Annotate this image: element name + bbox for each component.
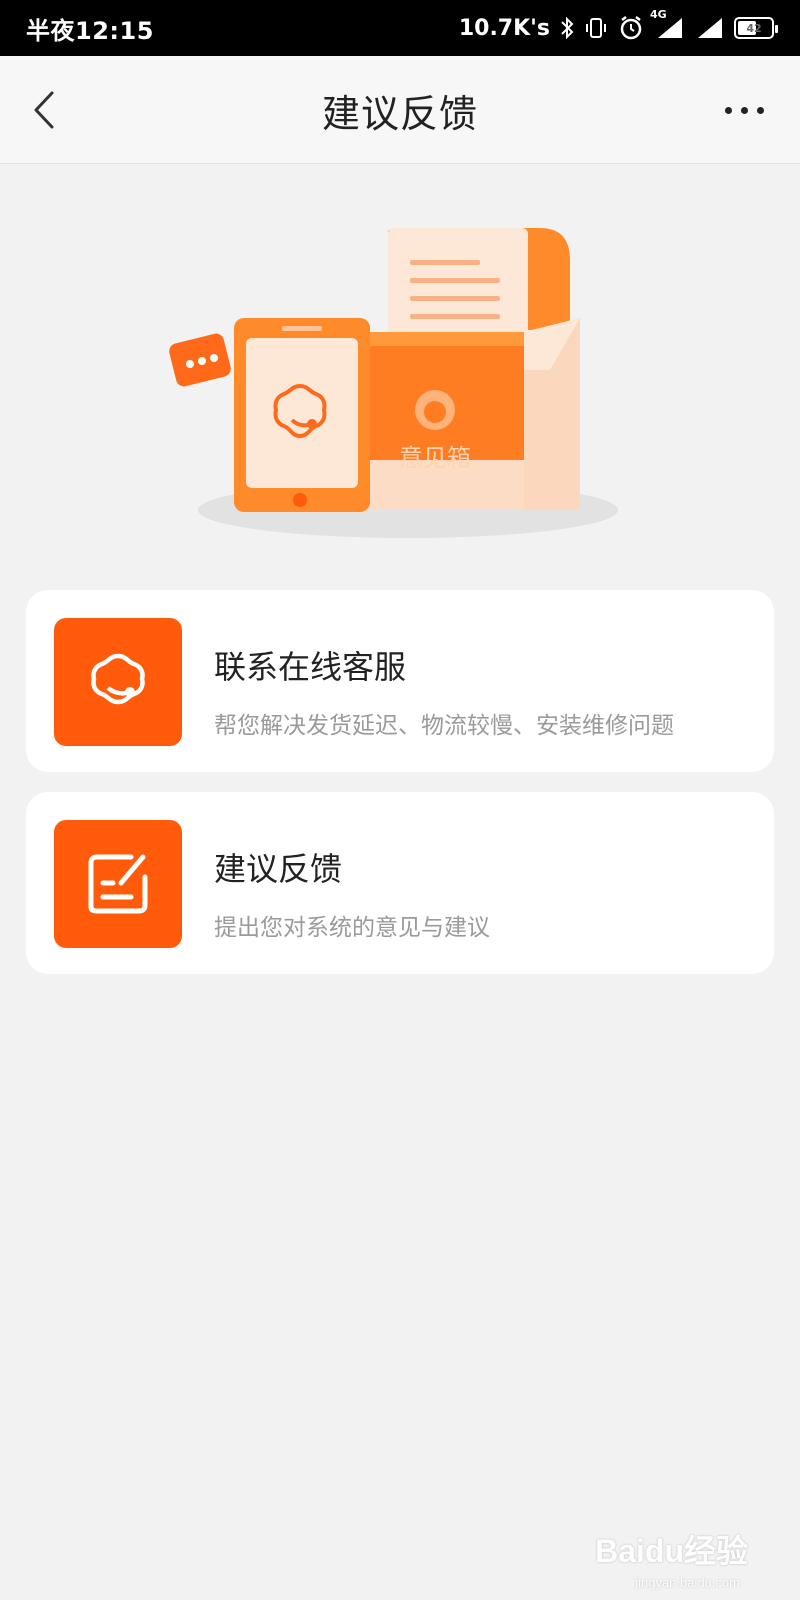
battery-level: 42 xyxy=(746,21,762,35)
card-title: 建议反馈 xyxy=(214,850,343,888)
more-dots-icon xyxy=(724,106,732,114)
customer-service-icon xyxy=(54,618,182,746)
box-label: 意见箱 xyxy=(399,444,471,472)
chat-bubble-icon xyxy=(169,333,231,387)
page-title: 建议反馈 xyxy=(321,91,478,136)
status-time: 半夜12:15 xyxy=(26,16,154,45)
nav-bar: 建议反馈 xyxy=(0,56,800,164)
feedback-illustration: 意见箱 xyxy=(160,220,640,550)
contact-support-card[interactable]: 联系在线客服 帮您解决发货延迟、物流较慢、安装维修问题 xyxy=(26,590,774,772)
card-subtitle: 提出您对系统的意见与建议 xyxy=(214,915,490,941)
alarm-icon xyxy=(618,15,644,41)
card-title: 联系在线客服 xyxy=(214,648,407,686)
network-type: 4G xyxy=(650,8,667,21)
status-bar: 半夜12:15 10.7K's 4G 42 xyxy=(0,0,800,56)
suggestion-box-illustration: 意见箱 xyxy=(169,228,618,538)
vibrate-icon xyxy=(584,16,608,40)
baidu-watermark-url: jingyan.baidu.com xyxy=(635,1575,740,1590)
more-button[interactable] xyxy=(714,90,774,130)
card-subtitle: 帮您解决发货延迟、物流较慢、安装维修问题 xyxy=(214,713,674,739)
baidu-watermark: Baidu经验 xyxy=(595,1533,748,1569)
status-icons: 10.7K's 4G 42 xyxy=(458,8,778,41)
net-speed: 10.7K's xyxy=(458,15,550,41)
wifi-icon xyxy=(694,16,724,40)
signal-icon: 4G xyxy=(650,8,684,40)
feedback-card[interactable]: 建议反馈 提出您对系统的意见与建议 xyxy=(26,792,774,974)
edit-note-icon xyxy=(54,820,182,948)
bluetooth-icon xyxy=(560,16,574,40)
battery-icon: 42 xyxy=(734,17,778,39)
